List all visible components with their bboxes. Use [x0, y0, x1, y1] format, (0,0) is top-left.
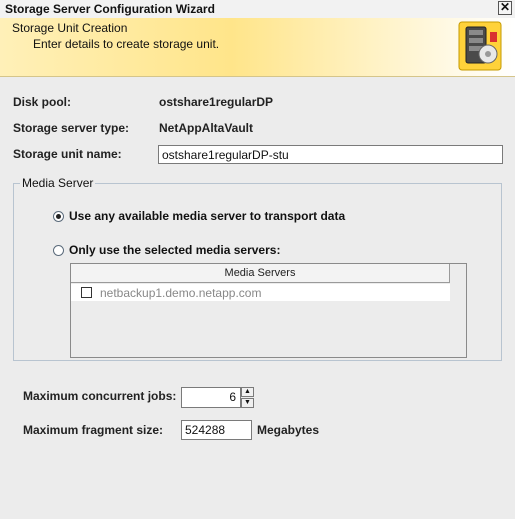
media-server-checkbox[interactable] — [81, 287, 92, 298]
storage-unit-name-input[interactable] — [158, 145, 503, 164]
spinner-up-icon[interactable]: ▲ — [241, 387, 254, 397]
table-row[interactable]: netbackup1.demo.netapp.com — [71, 284, 450, 301]
radio-selected-media-servers[interactable]: Only use the selected media servers: — [53, 243, 280, 257]
radio-selected-label: Only use the selected media servers: — [69, 243, 281, 257]
disk-pool-value: ostshare1regularDP — [159, 95, 274, 109]
max-jobs-input[interactable]: 6 — [181, 387, 241, 408]
spinner-down-icon[interactable]: ▼ — [241, 398, 254, 408]
max-fragment-label: Maximum fragment size: — [23, 423, 164, 437]
media-servers-column-header: Media Servers — [71, 264, 450, 283]
banner-title: Storage Unit Creation — [12, 21, 128, 35]
radio-selected-indicator[interactable] — [53, 244, 64, 256]
unit-name-label: Storage unit name: — [13, 147, 122, 161]
close-icon: ✕ — [499, 0, 511, 14]
fragment-unit-label: Megabytes — [257, 423, 320, 437]
media-server-legend: Media Server — [20, 176, 96, 190]
max-fragment-input[interactable] — [181, 420, 252, 440]
media-servers-table: Media Servers netbackup1.demo.netapp.com — [70, 263, 467, 358]
server-type-value: NetAppAltaVault — [159, 121, 254, 135]
radio-any-indicator[interactable] — [53, 210, 64, 222]
disk-pool-label: Disk pool: — [13, 95, 72, 109]
radio-any-media-server[interactable]: Use any available media server to transp… — [53, 209, 345, 223]
server-type-label: Storage server type: — [13, 121, 130, 135]
max-jobs-label: Maximum concurrent jobs: — [23, 389, 177, 403]
wizard-banner: Storage Unit Creation Enter details to c… — [0, 18, 515, 77]
storage-disk-icon — [458, 21, 502, 71]
window-title: Storage Server Configuration Wizard — [5, 2, 215, 16]
window-titlebar: Storage Server Configuration Wizard ✕ — [0, 0, 515, 19]
close-button[interactable]: ✕ — [498, 1, 512, 15]
radio-any-label: Use any available media server to transp… — [69, 209, 346, 223]
media-server-name: netbackup1.demo.netapp.com — [100, 285, 262, 300]
banner-subtitle: Enter details to create storage unit. — [33, 37, 220, 51]
max-jobs-spinner: ▲ ▼ — [241, 387, 254, 408]
